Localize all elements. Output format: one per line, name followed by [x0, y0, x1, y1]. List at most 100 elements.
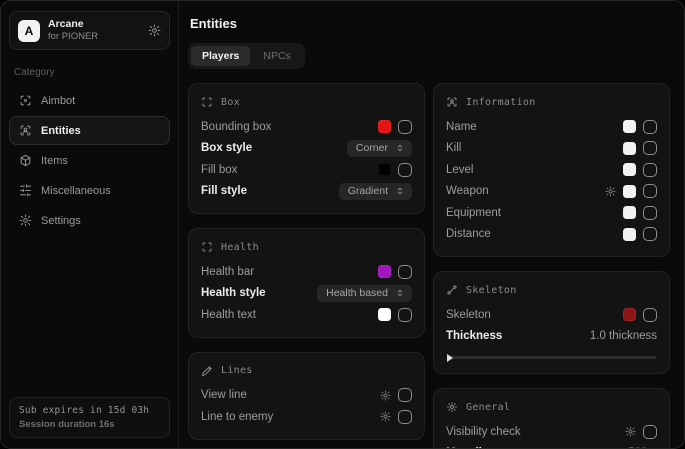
setting-row: Health text	[201, 304, 412, 326]
checkbox[interactable]	[398, 308, 412, 322]
panel-lines: Lines View line Line to enemy	[188, 352, 425, 440]
setting-label: Fill style	[201, 185, 247, 197]
setting-row: Visibility check	[446, 421, 657, 443]
tab-players[interactable]: Players	[191, 46, 250, 66]
panel-box: Box Bounding box Box style Corner	[188, 83, 425, 214]
page-title: Entities	[190, 16, 670, 31]
color-swatch[interactable]	[623, 206, 636, 219]
gear-icon[interactable]	[380, 411, 391, 422]
checkbox[interactable]	[643, 206, 657, 220]
pencil-icon	[201, 365, 213, 377]
checkbox[interactable]	[643, 163, 657, 177]
sidebar-item-miscellaneous[interactable]: Miscellaneous	[9, 176, 170, 205]
color-swatch[interactable]	[623, 142, 636, 155]
chevrons-up-down-icon	[395, 143, 405, 153]
setting-row: Health bar	[201, 261, 412, 283]
setting-label: Level	[446, 164, 474, 176]
setting-label: Line to enemy	[201, 411, 273, 423]
checkbox[interactable]	[643, 120, 657, 134]
tab-npcs[interactable]: NPCs	[252, 46, 301, 66]
color-swatch[interactable]	[378, 265, 391, 278]
subscription-card: Sub expires in 15d 03h Session duration …	[9, 397, 170, 438]
panel-title: Health	[221, 242, 259, 253]
box-style-dropdown[interactable]: Corner	[347, 140, 412, 157]
slider-thumb[interactable]	[447, 354, 453, 362]
color-swatch[interactable]	[378, 163, 391, 176]
dropdown-value: Health based	[326, 287, 388, 299]
setting-row: Box style Corner	[201, 138, 412, 160]
checkbox[interactable]	[643, 227, 657, 241]
setting-row: Name	[446, 116, 657, 138]
setting-row: Bounding box	[201, 116, 412, 138]
setting-label: Skeleton	[446, 309, 491, 321]
setting-label: Bounding box	[201, 121, 271, 133]
sidebar-item-entities[interactable]: Entities	[9, 116, 170, 145]
entity-tabs: Players NPCs	[188, 43, 305, 69]
setting-row: Skeleton	[446, 304, 657, 326]
person-scan-icon	[19, 124, 32, 137]
gear-icon[interactable]	[605, 186, 616, 197]
sidebar-item-items[interactable]: Items	[9, 146, 170, 175]
scan-icon	[201, 96, 213, 108]
checkbox[interactable]	[643, 308, 657, 322]
checkbox[interactable]	[643, 141, 657, 155]
dropdown-value: Corner	[356, 142, 388, 154]
color-swatch[interactable]	[378, 308, 391, 321]
thickness-slider[interactable]	[447, 356, 656, 359]
setting-row: Distance	[446, 224, 657, 246]
setting-row: Weapon	[446, 181, 657, 203]
setting-row: Equipment	[446, 202, 657, 224]
sidebar-item-label: Settings	[41, 215, 81, 227]
panel-information: Information Name Kill	[433, 83, 670, 257]
setting-label: View line	[201, 389, 247, 401]
sliders-icon	[19, 184, 32, 197]
sidebar-nav: Aimbot Entities Items Miscellaneous	[9, 86, 170, 235]
checkbox[interactable]	[398, 163, 412, 177]
color-swatch[interactable]	[623, 120, 636, 133]
fill-style-dropdown[interactable]: Gradient	[339, 183, 412, 200]
sidebar: A Arcane for PIONER Category Aimbot	[1, 1, 179, 448]
color-swatch[interactable]	[623, 308, 636, 321]
setting-row: Line to enemy	[201, 406, 412, 428]
panel-health: Health Health bar Health style Health ba…	[188, 228, 425, 338]
scan-icon	[201, 241, 213, 253]
health-style-dropdown[interactable]: Health based	[317, 285, 412, 302]
gear-icon	[19, 214, 32, 227]
checkbox[interactable]	[398, 388, 412, 402]
setting-row: Kill	[446, 138, 657, 160]
panel-title: Lines	[221, 365, 253, 376]
sidebar-item-aimbot[interactable]: Aimbot	[9, 86, 170, 115]
setting-label: Kill	[446, 142, 461, 154]
color-swatch[interactable]	[623, 163, 636, 176]
app-subtitle: for PIONER	[48, 31, 140, 43]
sidebar-item-label: Miscellaneous	[41, 185, 111, 197]
color-swatch[interactable]	[623, 185, 636, 198]
checkbox[interactable]	[398, 265, 412, 279]
setting-label: Fill box	[201, 164, 237, 176]
panel-title: General	[466, 402, 510, 413]
checkbox[interactable]	[643, 425, 657, 439]
checkbox[interactable]	[398, 410, 412, 424]
right-column: Information Name Kill	[433, 83, 670, 448]
setting-row: Thickness 1.0 thickness	[446, 326, 657, 348]
sub-expiry-text: Sub expires in 15d 03h	[19, 405, 160, 416]
app-title: Arcane	[48, 18, 140, 31]
dropdown-value: Gradient	[348, 185, 388, 197]
checkbox[interactable]	[643, 184, 657, 198]
color-swatch[interactable]	[378, 120, 391, 133]
sidebar-item-settings[interactable]: Settings	[9, 206, 170, 235]
gear-icon[interactable]	[148, 24, 161, 37]
color-swatch[interactable]	[623, 228, 636, 241]
gear-icon[interactable]	[380, 390, 391, 401]
setting-label: Visibility check	[446, 426, 521, 438]
main-content: Entities Players NPCs Box Bounding box	[179, 1, 684, 448]
cube-icon	[19, 154, 32, 167]
setting-row: Fill box	[201, 159, 412, 181]
gear-icon[interactable]	[625, 426, 636, 437]
chevrons-up-down-icon	[395, 186, 405, 196]
checkbox[interactable]	[398, 120, 412, 134]
setting-label: Max distance	[446, 447, 518, 448]
sidebar-item-label: Entities	[41, 125, 81, 137]
setting-label: Box style	[201, 142, 252, 154]
panel-title: Skeleton	[466, 285, 517, 296]
